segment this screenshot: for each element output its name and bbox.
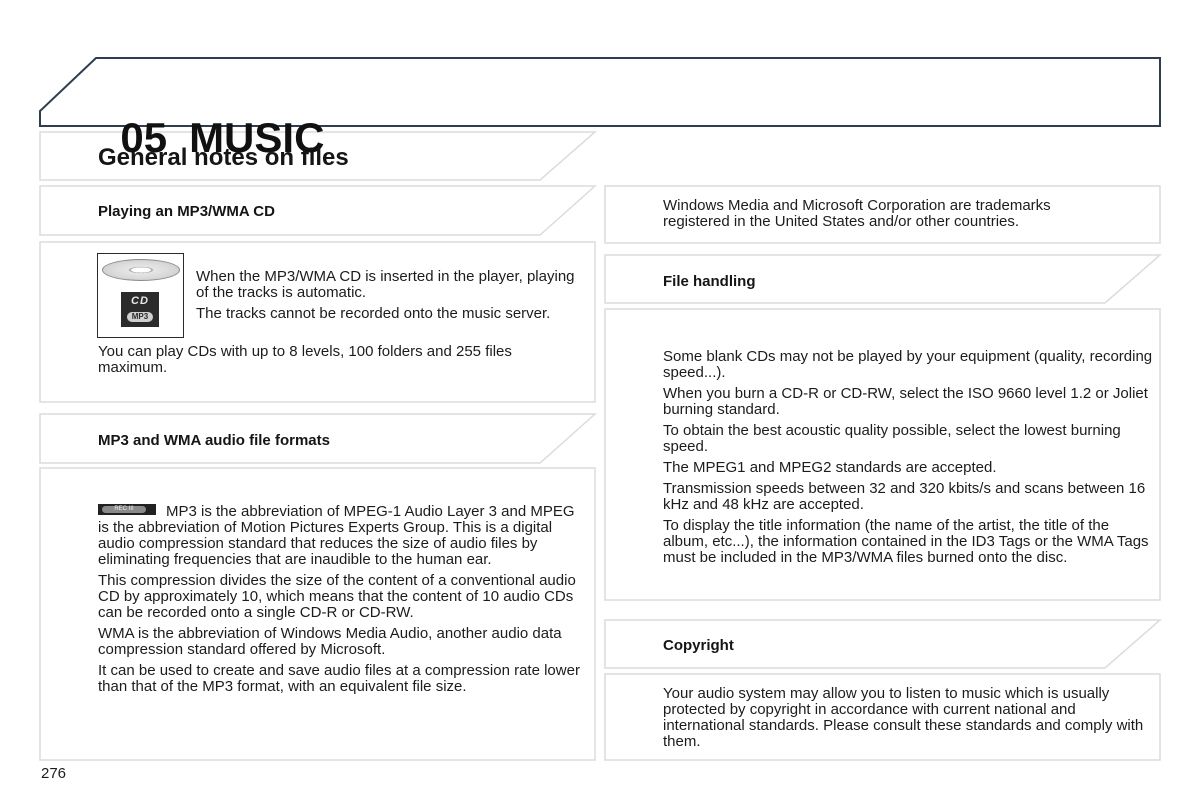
file-handling-paragraphs: Some blank CDs may not be played by your… xyxy=(663,349,1153,571)
playing-paragraph: The tracks cannot be recorded onto the m… xyxy=(196,305,551,322)
file-handling-paragraph: To display the title information (the na… xyxy=(663,517,1149,566)
mp3-label: MP3 xyxy=(127,312,153,322)
file-handling-paragraph: To obtain the best acoustic quality poss… xyxy=(663,422,1121,455)
page-number: 276 xyxy=(41,765,67,782)
copyright-heading: Copyright xyxy=(663,637,734,654)
playing-note: You can play CDs with up to 8 levels, 10… xyxy=(98,343,512,376)
formats-heading: MP3 and WMA audio file formats xyxy=(98,432,330,449)
copyright-text: Your audio system may allow you to liste… xyxy=(663,685,1144,750)
section-title: General notes on files xyxy=(98,144,349,171)
playing-heading: Playing an MP3/WMA CD xyxy=(98,203,275,220)
playing-paragraphs: When the MP3/WMA CD is inserted in the p… xyxy=(196,269,586,327)
rec-button-icon: REC III xyxy=(98,504,156,515)
formats-paragraphs: REC III MP3 is the abbreviation of MPEG-1… xyxy=(98,504,586,700)
file-handling-paragraph: When you burn a CD-R or CD-RW, select th… xyxy=(663,385,1148,418)
trademark-notice: Windows Media and Microsoft Corporation … xyxy=(663,197,1051,230)
file-handling-heading: File handling xyxy=(663,273,756,290)
rec-label: REC III xyxy=(102,506,146,513)
playing-paragraph: When the MP3/WMA CD is inserted in the p… xyxy=(196,268,575,301)
formats-paragraph: This compression divides the size of the… xyxy=(98,572,576,621)
file-handling-paragraph: Transmission speeds between 32 and 320 k… xyxy=(663,480,1146,513)
formats-paragraph: WMA is the abbreviation of Windows Media… xyxy=(98,625,562,658)
formats-paragraph: REC III MP3 is the abbreviation of MPEG-1… xyxy=(98,504,586,568)
file-handling-paragraph: Some blank CDs may not be played by your… xyxy=(663,348,1153,381)
cd-mp3-icon: CD MP3 xyxy=(97,253,184,338)
cd-label: CD xyxy=(131,295,149,307)
file-handling-paragraph: The MPEG1 and MPEG2 standards are accept… xyxy=(663,459,997,476)
disc-icon xyxy=(102,259,180,281)
formats-paragraph: It can be used to create and save audio … xyxy=(98,662,580,695)
cd-badge-icon: CD MP3 xyxy=(121,292,159,327)
formats-paragraph-text: MP3 is the abbreviation of MPEG-1 Audio … xyxy=(98,503,575,568)
